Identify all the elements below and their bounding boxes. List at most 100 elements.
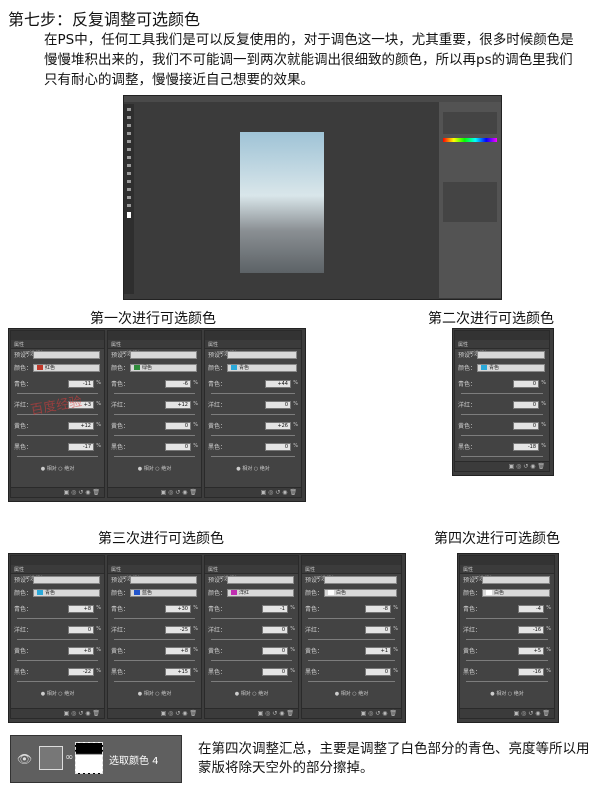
magenta-slider[interactable]: [455, 412, 549, 417]
black-slider[interactable]: [11, 679, 104, 684]
panel-footer-icons[interactable]: ▣ ◎ ↺ ◉ 🗑: [108, 708, 201, 718]
black-value-input[interactable]: -16: [518, 668, 544, 676]
yellow-value-input[interactable]: 0: [165, 422, 191, 430]
yellow-slider[interactable]: [205, 433, 301, 438]
preset-dropdown[interactable]: [130, 576, 197, 584]
panel-header[interactable]: 属性: [302, 556, 401, 573]
panel-header[interactable]: 属性: [108, 556, 201, 573]
magenta-value-input[interactable]: -25: [165, 626, 191, 634]
magenta-value-input[interactable]: 0: [262, 626, 288, 634]
black-slider[interactable]: [455, 454, 549, 459]
tool-icon[interactable]: [127, 188, 131, 191]
magenta-slider[interactable]: [108, 412, 201, 417]
cyan-slider[interactable]: [205, 616, 298, 621]
preset-dropdown[interactable]: [227, 351, 297, 359]
method-radio-group[interactable]: ● 相对 ○ 绝对: [11, 465, 104, 472]
color-panel[interactable]: [443, 112, 497, 134]
eye-icon[interactable]: 👁: [17, 752, 32, 766]
method-radio-group[interactable]: ● 相对 ○ 绝对: [11, 690, 104, 697]
tool-icon[interactable]: [127, 116, 131, 119]
method-radio-group[interactable]: ● 相对 ○ 绝对: [205, 690, 298, 697]
cyan-value-input[interactable]: +44: [265, 380, 291, 388]
colors-dropdown[interactable]: 绿色: [130, 364, 197, 372]
link-icon[interactable]: ∞: [65, 752, 73, 763]
magenta-slider[interactable]: [108, 637, 201, 642]
panel-header[interactable]: 属性: [11, 556, 104, 573]
panel-footer-icons[interactable]: ▣ ◎ ↺ ◉ 🗑: [11, 487, 104, 497]
cyan-slider[interactable]: [205, 391, 301, 396]
cyan-value-input[interactable]: -8: [365, 605, 391, 613]
yellow-slider[interactable]: [11, 658, 104, 663]
black-value-input[interactable]: 0: [262, 668, 288, 676]
layers-panel[interactable]: [443, 182, 497, 222]
tool-icon[interactable]: [127, 108, 131, 111]
yellow-value-input[interactable]: 0: [262, 647, 288, 655]
preset-dropdown[interactable]: [482, 576, 550, 584]
black-value-input[interactable]: -17: [68, 443, 94, 451]
yellow-value-input[interactable]: +5: [518, 647, 544, 655]
cyan-slider[interactable]: [302, 616, 401, 621]
magenta-slider[interactable]: [205, 637, 298, 642]
yellow-value-input[interactable]: +8: [68, 647, 94, 655]
tool-icon[interactable]: [127, 148, 131, 151]
black-slider[interactable]: [11, 454, 104, 459]
cyan-slider[interactable]: [11, 616, 104, 621]
spectrum-bar[interactable]: [443, 138, 497, 142]
magenta-value-input[interactable]: +12: [165, 401, 191, 409]
yellow-value-input[interactable]: +1: [365, 647, 391, 655]
method-radio-group[interactable]: ● 相对 ○ 绝对: [108, 465, 201, 472]
layer-row[interactable]: 👁 ∞ 选取颜色 4: [10, 735, 182, 783]
panel-footer-icons[interactable]: ▣ ◎ ↺ ◉ 🗑: [455, 461, 549, 471]
magenta-slider[interactable]: [11, 637, 104, 642]
tool-icon[interactable]: [127, 132, 131, 135]
yellow-slider[interactable]: [205, 658, 298, 663]
method-radio-group[interactable]: ● 相对 ○ 绝对: [108, 690, 201, 697]
cyan-value-input[interactable]: -4: [518, 605, 544, 613]
panel-footer-icons[interactable]: ▣ ◎ ↺ ◉ 🗑: [460, 708, 554, 718]
colors-dropdown[interactable]: 青色: [477, 364, 545, 372]
layer-name[interactable]: 选取颜色 4: [109, 752, 159, 767]
cyan-slider[interactable]: [455, 391, 549, 396]
black-value-input[interactable]: 0: [265, 443, 291, 451]
preset-dropdown[interactable]: [227, 576, 294, 584]
cyan-value-input[interactable]: 0: [513, 380, 539, 388]
cyan-value-input[interactable]: -1: [262, 605, 288, 613]
adjustment-layer-icon[interactable]: [39, 746, 63, 770]
colors-dropdown[interactable]: 蓝色: [130, 589, 197, 597]
cyan-value-input[interactable]: -11: [68, 380, 94, 388]
panel-header[interactable]: 属性: [455, 331, 549, 348]
method-radio-group[interactable]: ● 相对 ○ 绝对: [302, 690, 401, 697]
yellow-slider[interactable]: [11, 433, 104, 438]
black-slider[interactable]: [205, 679, 298, 684]
tool-icon[interactable]: [127, 164, 131, 167]
layer-mask-thumbnail[interactable]: [75, 742, 103, 774]
cyan-value-input[interactable]: +8: [68, 605, 94, 613]
magenta-value-input[interactable]: 0: [265, 401, 291, 409]
black-value-input[interactable]: -22: [68, 668, 94, 676]
method-radio-group[interactable]: ● 相对 ○ 绝对: [460, 690, 554, 697]
black-slider[interactable]: [460, 679, 554, 684]
preset-dropdown[interactable]: [324, 576, 397, 584]
tool-icon[interactable]: [127, 180, 131, 183]
yellow-value-input[interactable]: +8: [165, 647, 191, 655]
colors-dropdown[interactable]: 红色: [33, 364, 100, 372]
colors-dropdown[interactable]: 白色: [324, 589, 397, 597]
yellow-slider[interactable]: [455, 433, 549, 438]
panel-footer-icons[interactable]: ▣ ◎ ↺ ◉ 🗑: [205, 708, 298, 718]
tool-icon[interactable]: [127, 156, 131, 159]
magenta-slider[interactable]: [460, 637, 554, 642]
magenta-slider[interactable]: [205, 412, 301, 417]
black-value-input[interactable]: -18: [513, 443, 539, 451]
panel-header[interactable]: 属性: [460, 556, 554, 573]
cyan-slider[interactable]: [108, 616, 201, 621]
black-slider[interactable]: [302, 679, 401, 684]
tool-icon[interactable]: [127, 196, 131, 199]
preset-dropdown[interactable]: [130, 351, 197, 359]
panel-header[interactable]: 属性: [205, 331, 301, 348]
yellow-value-input[interactable]: 0: [513, 422, 539, 430]
method-radio-group[interactable]: ● 相对 ○ 绝对: [205, 465, 301, 472]
yellow-slider[interactable]: [108, 658, 201, 663]
tool-icon[interactable]: [127, 124, 131, 127]
black-value-input[interactable]: 0: [365, 668, 391, 676]
preset-dropdown[interactable]: [33, 576, 100, 584]
